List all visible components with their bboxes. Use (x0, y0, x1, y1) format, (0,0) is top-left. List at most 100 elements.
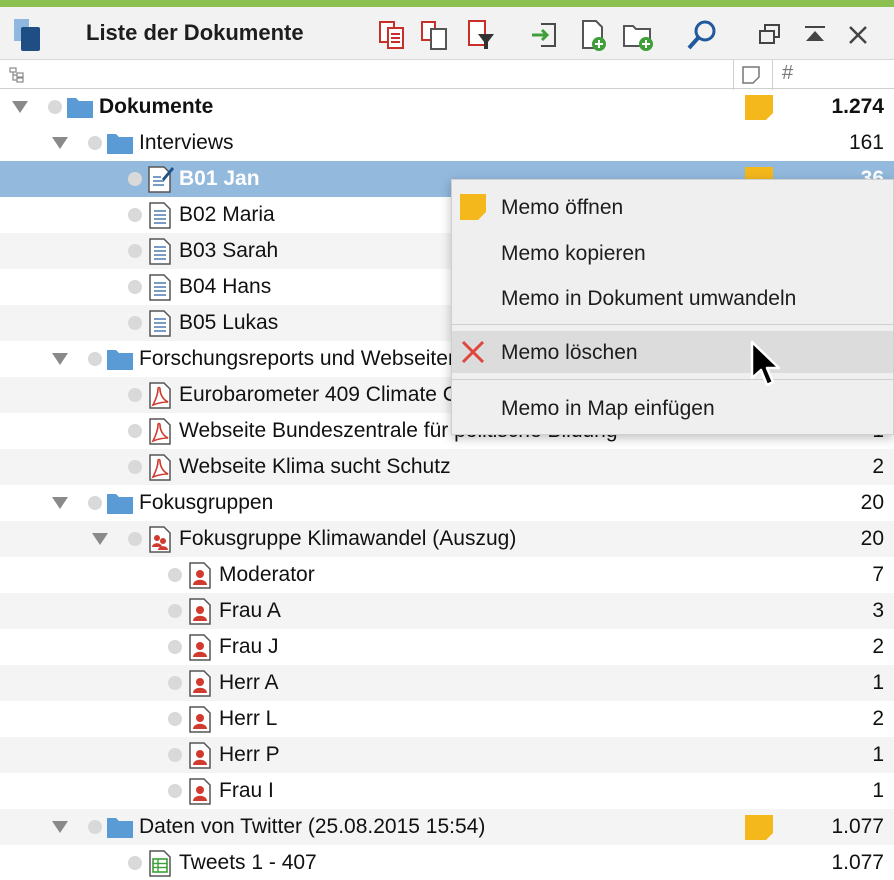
tree-row-interviews[interactable]: Interviews 161 (0, 125, 894, 161)
text-document-icon (149, 238, 171, 265)
menu-item-memo-loeschen[interactable]: Memo löschen (452, 331, 893, 373)
speaker-icon (189, 778, 211, 805)
row-count: 1 (872, 779, 884, 802)
speaker-icon (189, 706, 211, 733)
collapse-icon (805, 26, 825, 41)
row-label: Frau A (219, 599, 281, 622)
new-document-button[interactable] (575, 15, 611, 55)
row-count: 2 (872, 707, 884, 730)
row-count: 20 (860, 491, 884, 514)
tree-row-herr-a[interactable]: Herr A 1 (0, 665, 894, 701)
row-label: Frau J (219, 635, 279, 658)
row-label: Fokusgruppe Klimawandel (Auszug) (179, 527, 517, 550)
expand-triangle-icon[interactable] (52, 497, 68, 509)
filter-documents-icon (468, 20, 494, 49)
row-label: B04 Hans (179, 275, 272, 298)
menu-separator (452, 324, 893, 325)
tree-row-webseite-klima[interactable]: Webseite Klima sucht Schutz 2 (0, 449, 894, 485)
status-dot (128, 532, 142, 546)
search-icon (687, 20, 716, 50)
row-label: Frau I (219, 779, 274, 802)
status-dot (88, 496, 102, 510)
status-dot (128, 388, 142, 402)
row-label: Webseite Klima sucht Schutz (179, 455, 451, 478)
status-dot (168, 748, 182, 762)
copy-documents-button[interactable] (417, 15, 453, 55)
speaker-icon (189, 562, 211, 589)
menu-separator (452, 379, 893, 380)
activate-documents-button[interactable] (374, 15, 410, 55)
row-count: 161 (848, 131, 884, 154)
accent-strip (0, 0, 894, 7)
tree-row-daten-von-twitter[interactable]: Daten von Twitter (25.08.2015 15:54) 1.0… (0, 809, 894, 845)
column-separator[interactable] (772, 60, 773, 90)
row-label: Herr P (219, 743, 280, 766)
memo-icon (460, 194, 486, 220)
tree-row-fokusgruppen[interactable]: Fokusgruppen 20 (0, 485, 894, 521)
expand-triangle-icon[interactable] (52, 137, 68, 149)
tree-row-moderator[interactable]: Moderator 7 (0, 557, 894, 593)
close-button[interactable] (840, 15, 876, 55)
menu-item-memo-umwandeln[interactable]: Memo in Dokument umwandeln (452, 277, 893, 319)
expand-triangle-icon[interactable] (52, 353, 68, 365)
row-label: Herr L (219, 707, 278, 730)
search-button[interactable] (684, 15, 720, 55)
row-label: B02 Maria (179, 203, 275, 226)
expand-triangle-icon[interactable] (92, 533, 108, 545)
status-dot (128, 208, 142, 222)
pdf-document-icon (149, 418, 171, 445)
expand-triangle-icon[interactable] (52, 821, 68, 833)
window-toolbar: Liste der Dokumente (0, 7, 894, 59)
status-dot (128, 460, 142, 474)
status-dot (88, 352, 102, 366)
new-folder-icon (623, 25, 653, 51)
document-system-icon (14, 19, 40, 51)
status-dot (128, 172, 142, 186)
table-document-icon (149, 850, 171, 877)
tree-row-frau-i[interactable]: Frau I 1 (0, 773, 894, 809)
row-count: 1.274 (831, 95, 884, 118)
count-column-header[interactable]: # (782, 62, 793, 85)
status-dot (168, 568, 182, 582)
new-folder-button[interactable] (620, 15, 656, 55)
menu-item-memo-oeffnen[interactable]: Memo öffnen (452, 186, 893, 228)
menu-item-memo-kopieren[interactable]: Memo kopieren (452, 232, 893, 274)
row-count: 7 (872, 563, 884, 586)
import-button[interactable] (527, 15, 563, 55)
row-label: Daten von Twitter (25.08.2015 15:54) (139, 815, 486, 838)
tree-row-herr-l[interactable]: Herr L 2 (0, 701, 894, 737)
status-dot (88, 820, 102, 834)
row-count: 1 (872, 671, 884, 694)
tree-structure-icon[interactable] (9, 67, 25, 83)
tree-row-dokumente[interactable]: Dokumente 1.274 (0, 89, 894, 125)
pdf-document-icon (149, 454, 171, 481)
expand-triangle-icon[interactable] (12, 101, 28, 113)
memo-column-icon[interactable] (741, 65, 761, 85)
tree-row-frau-j[interactable]: Frau J 2 (0, 629, 894, 665)
status-dot (168, 640, 182, 654)
tree-row-herr-p[interactable]: Herr P 1 (0, 737, 894, 773)
collapse-button[interactable] (797, 15, 833, 55)
row-count: 2 (872, 635, 884, 658)
status-dot (128, 424, 142, 438)
activate-documents-icon (379, 21, 404, 49)
undock-button[interactable] (752, 15, 788, 55)
menu-item-memo-in-map[interactable]: Memo in Map einfügen (452, 387, 893, 429)
memo-icon[interactable] (745, 95, 773, 120)
tree-row-frau-a[interactable]: Frau A 3 (0, 593, 894, 629)
row-label: Interviews (139, 131, 234, 154)
speaker-icon (189, 742, 211, 769)
column-separator[interactable] (733, 60, 734, 90)
menu-item-label: Memo löschen (501, 341, 638, 364)
status-dot (168, 712, 182, 726)
folder-icon (107, 350, 133, 370)
mouse-cursor-icon (750, 340, 781, 387)
filter-documents-button[interactable] (463, 15, 499, 55)
memo-icon[interactable] (745, 815, 773, 840)
status-dot (128, 316, 142, 330)
tree-row-tweets[interactable]: Tweets 1 - 407 1.077 (0, 845, 894, 880)
tree-row-fokusgruppe-klimawandel[interactable]: Fokusgruppe Klimawandel (Auszug) 20 (0, 521, 894, 557)
speaker-icon (189, 634, 211, 661)
menu-item-label: Memo in Dokument umwandeln (501, 287, 797, 310)
row-label: Moderator (219, 563, 315, 586)
